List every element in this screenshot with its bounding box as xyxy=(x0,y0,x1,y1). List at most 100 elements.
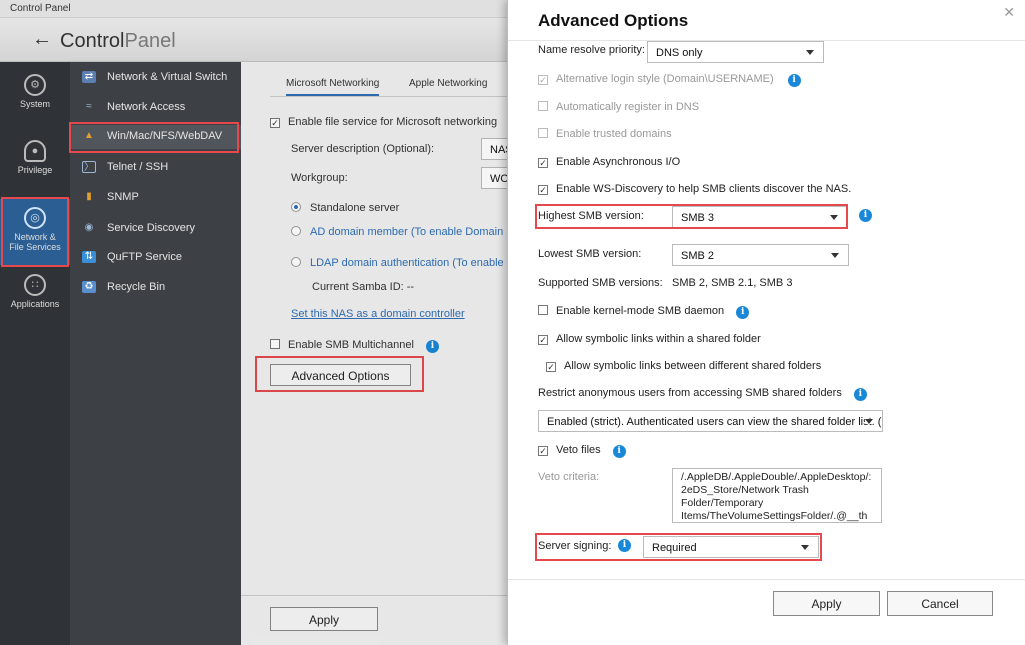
subnav-item-label: Network Access xyxy=(107,101,186,113)
subnav-item-snmp[interactable]: ▮ SNMP xyxy=(70,186,241,210)
sidebar-item-system[interactable]: ⚙ System xyxy=(0,74,70,109)
name-resolve-value: DNS only xyxy=(656,47,703,59)
subnav-item-label: Network & Virtual Switch xyxy=(107,71,228,83)
subnav-item-label: Telnet / SSH xyxy=(107,161,169,173)
page-title: ControlPanel xyxy=(60,30,176,53)
checkbox-unchecked[interactable] xyxy=(538,305,548,315)
kernel-mode-row[interactable]: Enable kernel-mode SMB daemon i xyxy=(538,305,750,319)
kernel-mode-label: Enable kernel-mode SMB daemon xyxy=(556,305,725,317)
restrict-anon-value: Enabled (strict). Authenticated users ca… xyxy=(547,416,882,428)
dialog-title: Advanced Options xyxy=(538,11,689,30)
trusted-domains-row: Enable trusted domains xyxy=(538,128,672,140)
restrict-anon-select[interactable]: Enabled (strict). Authenticated users ca… xyxy=(538,410,883,432)
sidebar-item-applications[interactable]: ∷ Applications xyxy=(0,274,70,309)
info-icon[interactable]: i xyxy=(612,445,626,458)
supported-smb-label: Supported SMB versions: xyxy=(538,277,663,289)
ftp-icon: ⇅ xyxy=(82,251,96,263)
checkbox-disabled xyxy=(538,128,548,138)
symlinks-within-row[interactable]: ✓ Allow symbolic links within a shared fo… xyxy=(538,333,761,345)
ws-discovery-row[interactable]: ✓ Enable WS-Discovery to help SMB clients… xyxy=(538,183,851,195)
subnav-item-network-virtual-switch[interactable]: ⇄ Network & Virtual Switch xyxy=(70,66,241,90)
supported-smb-value: SMB 2, SMB 2.1, SMB 3 xyxy=(672,277,793,289)
server-signing-label: Server signing: xyxy=(538,540,612,552)
sidebar-item-label: System xyxy=(19,99,50,109)
symlinks-between-label: Allow symbolic links between different s… xyxy=(564,360,822,372)
subnav-item-telnet-ssh[interactable]: 〉 Telnet / SSH xyxy=(70,156,241,180)
checkbox-checked[interactable]: ✓ xyxy=(538,335,548,345)
restrict-anon-label: Restrict anonymous users from accessing … xyxy=(538,387,842,399)
symlinks-between-row[interactable]: ✓ Allow symbolic links between different … xyxy=(546,360,821,372)
server-signing-select[interactable]: Required xyxy=(643,536,819,558)
name-resolve-select[interactable]: DNS only xyxy=(647,41,824,63)
checkbox-checked[interactable]: ✓ xyxy=(538,446,548,456)
highlight-box xyxy=(1,197,69,267)
async-io-row[interactable]: ✓ Enable Asynchronous I/O xyxy=(538,156,680,168)
sidebar-item-label: Privilege xyxy=(17,165,53,175)
checkbox-checked[interactable]: ✓ xyxy=(538,185,548,195)
info-icon[interactable]: i xyxy=(618,539,631,552)
veto-criteria-textarea[interactable]: /.AppleDB/.AppleDouble/.AppleDesktop/:2e… xyxy=(672,468,882,523)
dialog-cancel-button[interactable]: Cancel xyxy=(887,591,993,616)
apps-icon: ∷ xyxy=(24,274,46,296)
highlight-box xyxy=(69,122,239,153)
dialog-body: Name resolve priority: DNS only ✓ Alterna… xyxy=(508,40,1025,580)
trusted-domains-label: Enable trusted domains xyxy=(556,128,672,140)
title-main: Control xyxy=(60,30,125,52)
symlinks-within-label: Allow symbolic links within a shared fol… xyxy=(556,333,761,345)
info-icon[interactable]: i xyxy=(787,74,801,87)
info-icon[interactable]: i xyxy=(736,306,750,319)
subnav-item-label: Recycle Bin xyxy=(107,281,166,293)
person-icon: ● xyxy=(24,140,46,162)
info-icon[interactable]: i xyxy=(853,388,867,401)
subnav-item-label: SNMP xyxy=(107,191,139,203)
subnav-item-recycle-bin[interactable]: ♻ Recycle Bin xyxy=(70,276,241,300)
lowest-smb-select[interactable]: SMB 2 xyxy=(672,244,849,266)
snmp-icon: ▮ xyxy=(86,191,92,202)
advanced-options-dialog: Advanced Options ✕ Name resolve priority… xyxy=(507,0,1025,645)
sidebar-item-label: Applications xyxy=(10,299,60,309)
highlight-box xyxy=(535,204,848,229)
subnav-item-network-access[interactable]: ≈ Network Access xyxy=(70,96,241,120)
chevron-down-icon xyxy=(865,419,873,424)
window-title: Control Panel xyxy=(10,3,71,14)
subnav-item-service-discovery[interactable]: ◉ Service Discovery xyxy=(70,217,241,241)
chevron-down-icon xyxy=(831,253,839,258)
veto-files-row[interactable]: ✓ Veto files i xyxy=(538,444,626,458)
info-icon[interactable]: i xyxy=(859,209,872,222)
checkbox-disabled xyxy=(538,101,548,111)
restrict-anon-row: Restrict anonymous users from accessing … xyxy=(538,387,867,401)
subnav-item-quftp-service[interactable]: ⇅ QuFTP Service xyxy=(70,246,241,270)
modal-overlay xyxy=(241,62,508,645)
sidebar-item-privilege[interactable]: ● Privilege xyxy=(0,140,70,175)
veto-criteria-label: Veto criteria: xyxy=(538,471,600,483)
dialog-apply-button[interactable]: Apply xyxy=(773,591,880,616)
network-switch-icon: ⇄ xyxy=(82,71,96,83)
checkbox-checked[interactable]: ✓ xyxy=(538,158,548,168)
checkbox-disabled-checked: ✓ xyxy=(538,75,548,85)
subnav-item-label: Service Discovery xyxy=(107,222,196,234)
arrow-left-icon[interactable]: ← xyxy=(32,29,52,49)
terminal-icon: 〉 xyxy=(82,161,96,173)
lowest-smb-label: Lowest SMB version: xyxy=(538,248,642,260)
server-signing-value: Required xyxy=(652,542,697,554)
discovery-icon: ◉ xyxy=(84,222,94,233)
async-io-label: Enable Asynchronous I/O xyxy=(556,156,681,168)
sub-sidebar: ⇄ Network & Virtual Switch ≈ Network Acc… xyxy=(69,62,241,645)
auto-register-dns-label: Automatically register in DNS xyxy=(556,101,700,113)
name-resolve-label: Name resolve priority: xyxy=(538,44,645,56)
gear-icon: ⚙ xyxy=(24,74,46,96)
auto-register-dns-row: Automatically register in DNS xyxy=(538,101,699,113)
veto-files-label: Veto files xyxy=(556,444,601,456)
chevron-down-icon xyxy=(801,545,809,550)
chevron-down-icon xyxy=(806,50,814,55)
close-icon[interactable]: ✕ xyxy=(1003,4,1015,21)
recycle-bin-icon: ♻ xyxy=(82,281,96,293)
ws-discovery-label: Enable WS-Discovery to help SMB clients … xyxy=(556,183,852,195)
main-sidebar: ⚙ System ● Privilege ◎ Network & File Se… xyxy=(0,62,70,645)
alt-login-row: ✓ Alternative login style (Domain\USERNAM… xyxy=(538,73,801,87)
alt-login-label: Alternative login style (Domain\USERNAME… xyxy=(556,73,774,85)
subnav-item-label: QuFTP Service xyxy=(107,251,182,263)
checkbox-checked[interactable]: ✓ xyxy=(546,362,556,372)
title-thin: Panel xyxy=(124,30,176,52)
network-access-icon: ≈ xyxy=(86,101,92,112)
